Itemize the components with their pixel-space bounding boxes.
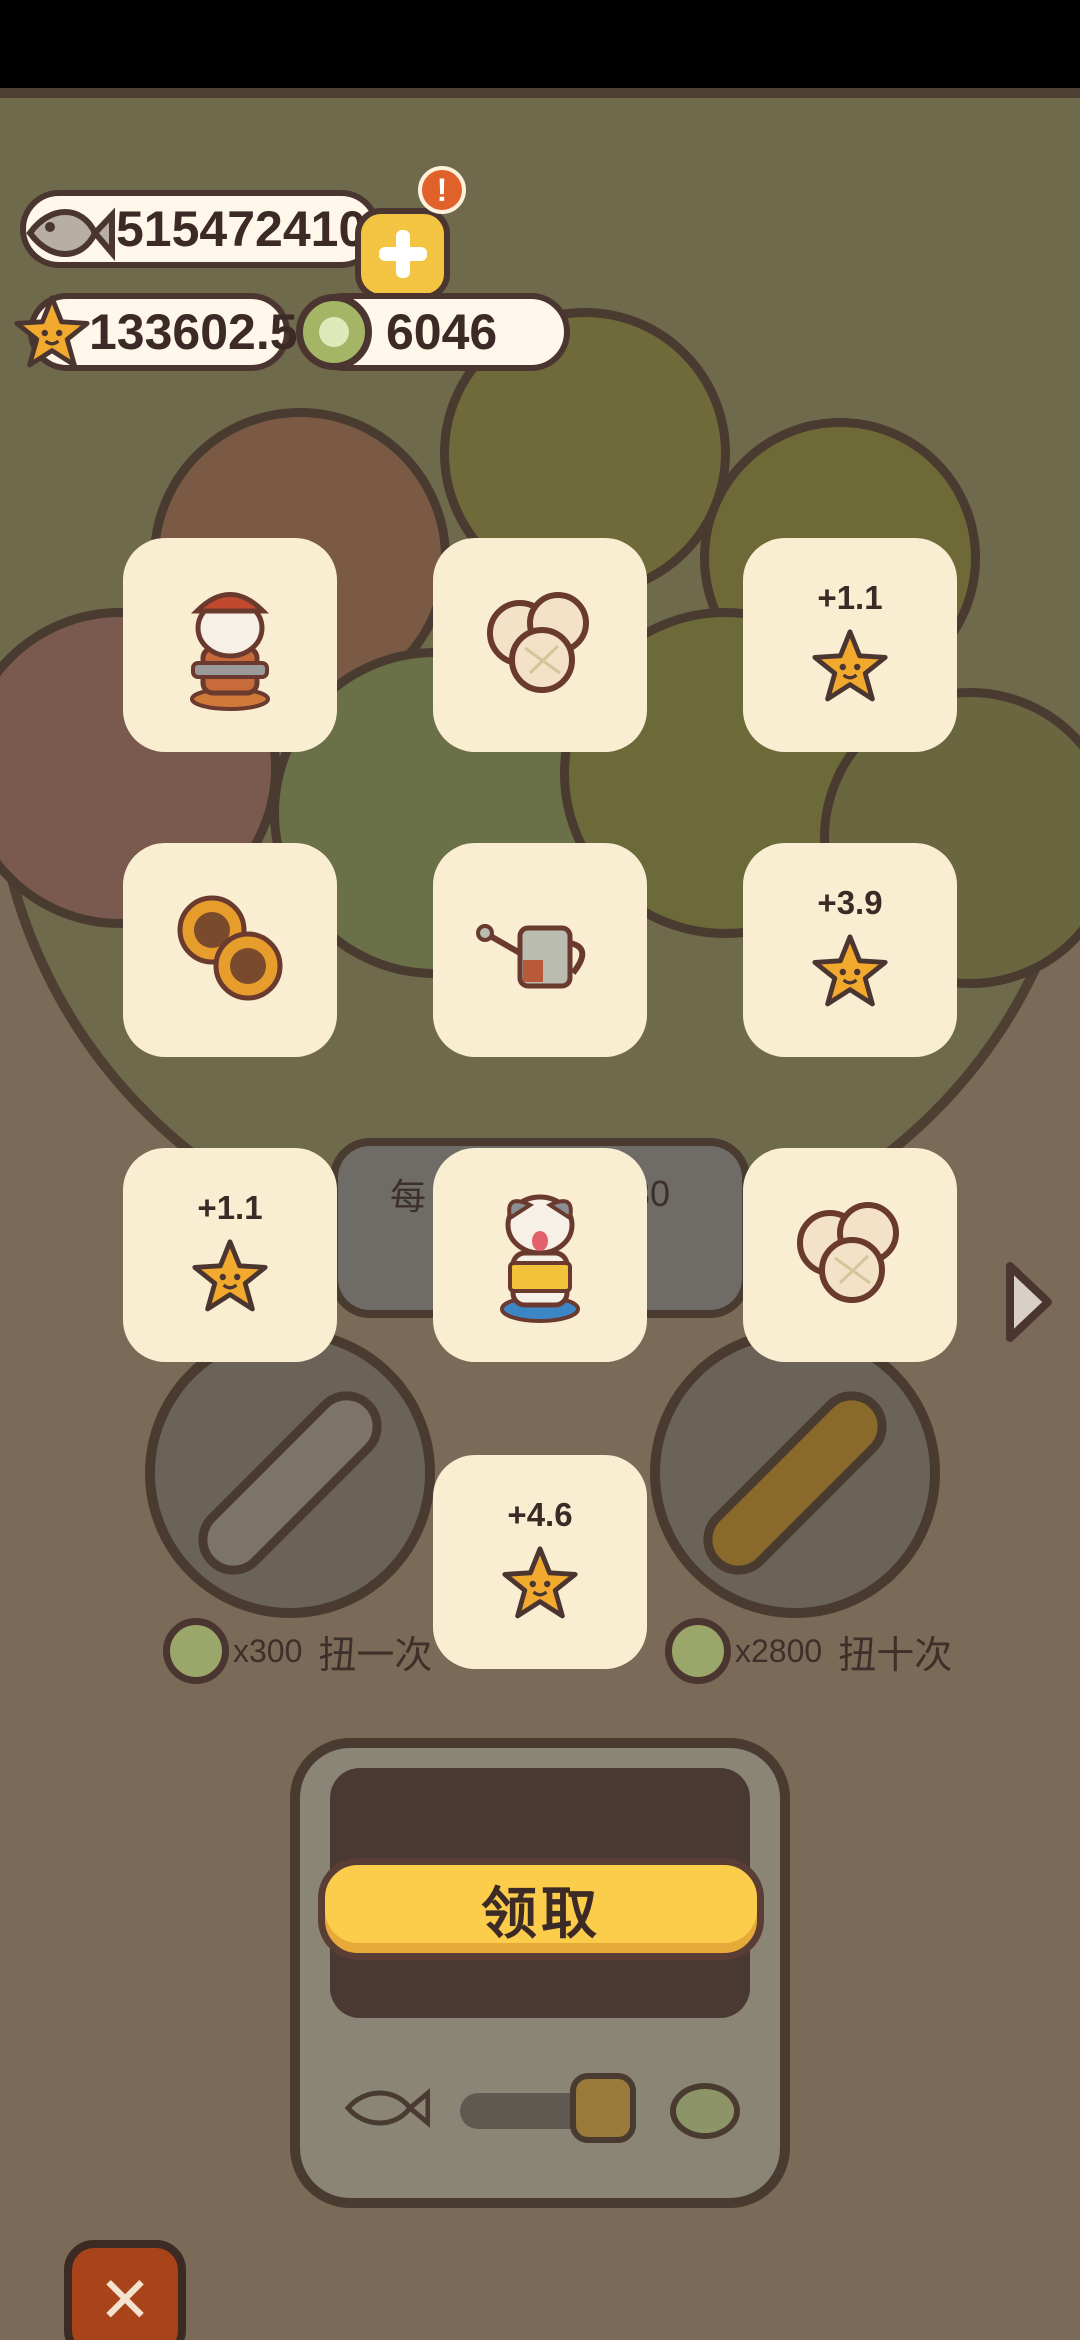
spin-ten-cost: x2800 [735,1632,823,1669]
reward-icon [810,932,890,1017]
star-icon [192,1238,268,1311]
spin-ten-label: 扭十次 [838,1634,953,1677]
knob-handle [183,1376,397,1590]
reward-amount: +1.1 [817,578,883,616]
melon-bread-icon [797,1201,899,1303]
spin-one-label: 扭一次 [318,1634,433,1677]
reward-icon [500,1544,580,1629]
machine-band-text-left: 每 [390,1176,427,1217]
fish-icon [344,2088,430,2128]
fish-currency-value: 515472410 [116,201,367,257]
fish-icon [26,207,115,262]
reward-tile: +1.1 [743,538,957,752]
reward-tile: +4.6 [433,1455,647,1669]
reward-icon [790,1198,910,1313]
star-icon [812,628,888,701]
gacha-scene: 每 30 515472410 ! 133602.5 6046 +1.1 +3.9 +… [0,88,1080,2340]
reward-icon [475,898,605,1003]
miner-character-icon [190,591,270,711]
reward-icon [480,588,600,703]
star-icon [502,1545,578,1618]
star-icon [812,933,888,1006]
dog-reader-character-icon [500,1194,580,1323]
reward-icon [485,1183,595,1328]
melon-bread-icon [487,591,589,693]
star-icon [14,295,90,368]
spin-one-knob[interactable] [145,1328,435,1618]
reward-tile: +3.9 [743,843,957,1057]
coin-icon [163,1618,229,1684]
reward-tile [433,538,647,752]
reward-icon [190,1237,270,1322]
reward-tile [123,843,337,1057]
reward-icon [810,627,890,712]
knob-handle [688,1376,902,1590]
reward-tile [433,843,647,1057]
spin-one-cost: x300 [233,1632,303,1669]
reward-amount: +1.1 [197,1188,263,1226]
prize-hopper [290,1738,790,2208]
reward-icon [170,888,290,1013]
reward-tile: +1.1 [123,1148,337,1362]
spin-one-option[interactable]: x300 扭一次 [163,1618,432,1684]
status-bar [0,0,1080,88]
sunflower-icon [177,895,283,1000]
reward-tile [433,1148,647,1362]
alert-badge: ! [418,166,466,214]
close-button[interactable]: ✕ [64,2240,186,2340]
coin-icon [670,2083,740,2139]
coin-currency-value: 6046 [386,304,498,360]
plus-icon [378,230,427,278]
reward-icon [175,573,285,718]
star-currency-value: 133602.5 [89,304,298,360]
reward-tile [743,1148,957,1362]
reward-amount: +4.6 [507,1495,573,1533]
coin-icon [665,1618,731,1684]
watering-can-icon [476,923,586,988]
close-icon: ✕ [98,2263,152,2336]
reward-amount: +3.9 [817,883,883,921]
coin-icon [296,294,372,370]
claim-button[interactable]: 领取 [318,1858,764,1960]
reward-tile [123,538,337,752]
hopper-slider-thumb [570,2073,636,2143]
spin-ten-option[interactable]: x2800 扭十次 [665,1618,952,1684]
next-arrow-icon[interactable] [1000,1258,1056,1346]
add-fish-button[interactable] [355,208,450,300]
spin-ten-knob[interactable] [650,1328,940,1618]
